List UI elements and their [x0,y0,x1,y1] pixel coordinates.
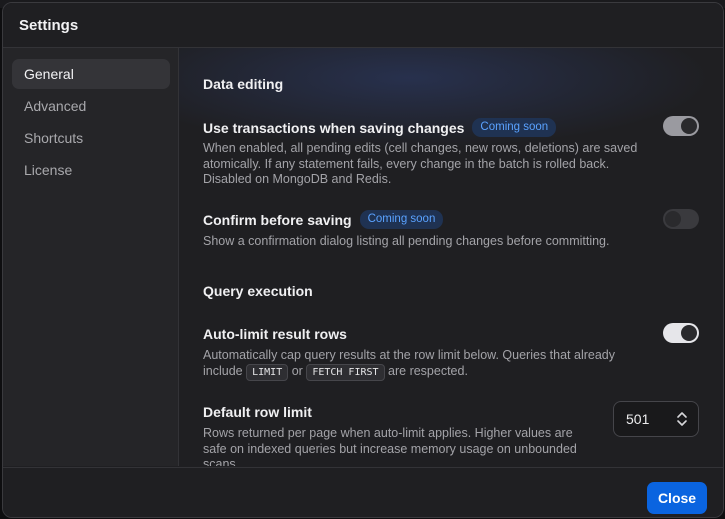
setting-label: Auto-limit result rows [203,326,347,342]
settings-sidebar: General Advanced Shortcuts License [3,48,179,466]
sidebar-item-shortcuts[interactable]: Shortcuts [12,123,170,153]
description-text-end: are respected. [388,363,468,378]
setting-transactions-title: Use transactions when saving changes Com… [203,118,557,137]
auto-limit-toggle[interactable] [663,323,699,343]
setting-label: Default row limit [203,404,312,420]
title-bar: Settings [3,3,723,48]
setting-confirm-description: Show a confirmation dialog listing all p… [203,234,610,248]
code-fetch-first: FETCH FIRST [306,363,385,381]
toggle-knob [681,118,697,134]
section-heading-data-editing: Data editing [203,76,284,92]
description-or: or [291,363,303,378]
setting-transactions-description: When enabled, all pending edits (cell ch… [203,141,638,186]
section-heading-query-execution: Query execution [203,283,313,299]
settings-dialog: Settings General Advanced Shortcuts Lice… [2,2,724,518]
confirm-toggle[interactable] [663,209,699,229]
transactions-toggle[interactable] [663,116,699,136]
toggle-knob [665,211,681,227]
dialog-footer: Close [3,467,723,517]
setting-label: Confirm before saving [203,211,352,228]
settings-content: Data editing Use transactions when savin… [179,48,723,466]
setting-label: Use transactions when saving changes [203,119,465,136]
row-limit-value: 501 [626,411,650,427]
coming-soon-badge: Coming soon [472,118,557,137]
setting-auto-limit-title: Auto-limit result rows [203,326,347,342]
setting-row-limit-description: Rows returned per page when auto-limit a… [203,426,577,466]
chevron-up-down-icon[interactable] [676,410,688,428]
sidebar-item-advanced[interactable]: Advanced [12,91,170,121]
sidebar-item-license[interactable]: License [12,155,170,185]
setting-row-limit-title: Default row limit [203,404,312,420]
sidebar-item-general[interactable]: General [12,59,170,89]
setting-auto-limit-description: Automatically cap query results at the r… [203,348,643,381]
close-button[interactable]: Close [647,482,707,514]
coming-soon-badge: Coming soon [359,210,444,229]
dialog-title: Settings [19,17,79,34]
code-limit: LIMIT [246,363,289,381]
toggle-knob [681,325,697,341]
setting-confirm-title: Confirm before saving Coming soon [203,210,444,229]
row-limit-stepper[interactable]: 501 [613,401,699,437]
